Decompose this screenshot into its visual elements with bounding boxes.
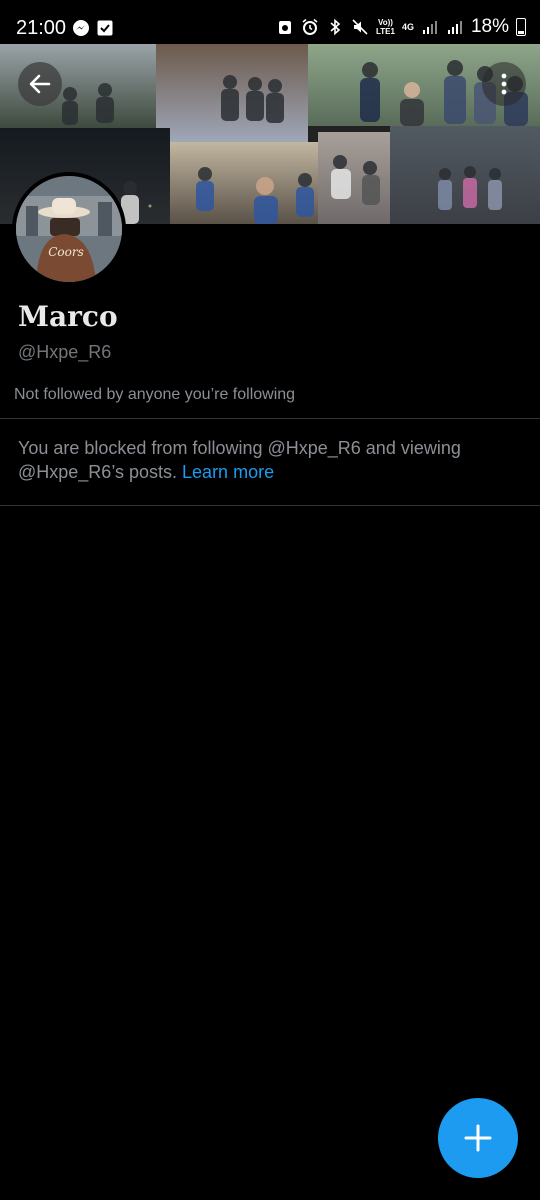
followed-by-text: Not followed by anyone you’re following: [14, 386, 296, 403]
status-bar: 21:00 Vo)) LTE1 4G 18%: [0, 0, 540, 48]
network-4g-label: 4G: [401, 22, 414, 32]
avatar[interactable]: Coors: [12, 172, 126, 286]
more-options-button[interactable]: [482, 62, 526, 106]
checklist-icon: [97, 20, 113, 36]
vpn-icon: [278, 21, 291, 34]
alarm-icon: [302, 18, 318, 35]
signal-icon: [447, 21, 462, 34]
battery-icon: [516, 18, 526, 36]
divider: [0, 418, 540, 419]
display-name: Marco: [18, 300, 118, 333]
blocked-notice: You are blocked from following @Hxpe_R6 …: [18, 436, 498, 484]
profile-handle: @Hxpe_R6: [18, 342, 112, 362]
signal-icon: [422, 21, 437, 34]
plus-icon: [464, 1124, 492, 1152]
arrow-left-icon: [29, 74, 51, 94]
status-time: 21:00: [16, 17, 67, 39]
bluetooth-icon: [330, 18, 341, 36]
more-vertical-icon: [501, 73, 507, 95]
compose-button[interactable]: [438, 1098, 518, 1178]
battery-percent: 18%: [470, 16, 509, 37]
avatar-image: Coors: [16, 176, 122, 282]
avatar-hat-text: Coors: [48, 245, 84, 259]
back-button[interactable]: [18, 62, 62, 106]
volte-label: Vo)) LTE1: [375, 18, 395, 36]
mute-icon: [352, 19, 368, 35]
divider: [0, 505, 540, 506]
learn-more-link[interactable]: Learn more: [182, 462, 274, 482]
messenger-icon: [73, 20, 89, 36]
